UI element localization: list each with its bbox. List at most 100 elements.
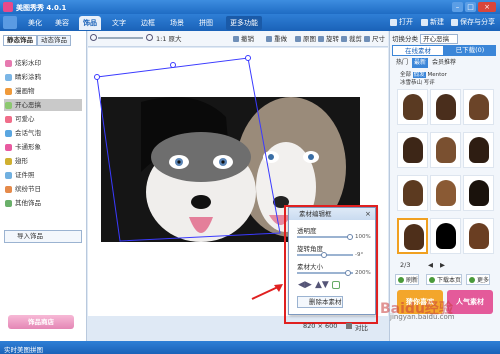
- wig-thumbnail[interactable]: [430, 89, 461, 125]
- wig-thumbnail[interactable]: [397, 132, 428, 168]
- tab-beautify[interactable]: 美化: [24, 16, 46, 30]
- zoom-in-icon[interactable]: [146, 34, 153, 41]
- new-icon: [421, 19, 428, 26]
- highlight-box: [284, 205, 378, 324]
- wig-thumbnail[interactable]: [463, 218, 494, 254]
- wig-image: [469, 180, 489, 206]
- import-accessory-button[interactable]: 导入饰品: [4, 230, 82, 243]
- original-button[interactable]: 原图: [295, 34, 316, 44]
- category-item[interactable]: 睛彩涂鸦: [4, 71, 82, 83]
- wig-thumbnail[interactable]: [430, 218, 461, 254]
- category-item[interactable]: 会话气泡: [4, 127, 82, 139]
- tab-border[interactable]: 边框: [137, 16, 159, 30]
- download-icon: [429, 277, 435, 283]
- wig-thumbnail[interactable]: [430, 132, 461, 168]
- maximize-button[interactable]: □: [465, 2, 476, 12]
- zoom-slider[interactable]: [98, 37, 143, 39]
- tab-online-material[interactable]: 在线素材: [392, 45, 444, 56]
- wig-thumbnail[interactable]: [397, 218, 428, 254]
- tab-hot[interactable]: 热门: [394, 58, 410, 68]
- crop-icon: [341, 36, 347, 42]
- annotation-arrow: [251, 284, 283, 300]
- tab-member-recommend[interactable]: 会员推荐: [430, 58, 458, 68]
- category-item[interactable]: 其他饰品: [4, 197, 82, 209]
- tab-newest[interactable]: 最新: [412, 58, 429, 68]
- tab-cosmetic[interactable]: 美容: [51, 16, 73, 30]
- category-item[interactable]: 卡通形象: [4, 141, 82, 153]
- minimize-button[interactable]: –: [452, 2, 463, 12]
- tag-ice-snow[interactable]: 冰雪恭山: [400, 80, 422, 86]
- tab-scene[interactable]: 场景: [166, 16, 188, 30]
- category-switch[interactable]: 切换分类 开心恶搞: [392, 33, 459, 44]
- tab-more-functions[interactable]: 更多功能: [226, 16, 262, 30]
- resize-handle[interactable]: [94, 74, 100, 80]
- wig-image: [403, 94, 423, 120]
- tab-text[interactable]: 文字: [108, 16, 130, 30]
- compare-icon: [346, 323, 352, 329]
- tag-review[interactable]: 写评: [424, 80, 435, 86]
- category-icon: [5, 158, 12, 165]
- more-button[interactable]: 更多: [466, 274, 491, 285]
- category-item[interactable]: 证件照: [4, 169, 82, 181]
- title-bar: 美图秀秀 4.0.1 – □ ×: [0, 0, 500, 14]
- rotate-icon: [318, 36, 324, 42]
- crop-button[interactable]: 裁剪: [341, 34, 362, 44]
- material-tags: 全部 假发 Mentor 冰雪恭山 写评: [400, 71, 492, 87]
- accessory-shop-button[interactable]: 饰品商店: [8, 315, 74, 329]
- home-icon[interactable]: [3, 16, 17, 29]
- page-indicator: 2/3: [400, 261, 411, 269]
- zoom-out-icon[interactable]: [90, 34, 97, 41]
- redo-button[interactable]: 重做: [266, 34, 287, 44]
- rotate-handle[interactable]: [170, 62, 176, 68]
- wig-thumbnail[interactable]: [463, 89, 494, 125]
- wig-thumbnail[interactable]: [397, 175, 428, 211]
- category-label: 翅形: [15, 157, 28, 165]
- resize-handle[interactable]: [245, 55, 251, 61]
- tag-all[interactable]: 全部: [400, 72, 411, 78]
- category-item[interactable]: 可爱心: [4, 113, 82, 125]
- wig-thumbnail[interactable]: [463, 175, 494, 211]
- original-icon: [295, 36, 301, 42]
- open-button[interactable]: 打开: [390, 16, 413, 29]
- promo-popular-material[interactable]: 人气素材: [447, 290, 493, 314]
- category-label: 睛彩涂鸦: [15, 73, 41, 81]
- category-item[interactable]: 漫画物: [4, 85, 82, 97]
- refresh-button[interactable]: 刷新: [395, 274, 420, 285]
- tab-static-accessories[interactable]: 静态饰品: [3, 35, 37, 46]
- tab-collage[interactable]: 拼图: [195, 16, 217, 30]
- wig-image: [403, 180, 423, 206]
- wig-image: [469, 137, 489, 163]
- undo-button[interactable]: 撤销: [233, 34, 254, 44]
- download-page-button[interactable]: 下载本页: [426, 274, 463, 285]
- tag-mentor[interactable]: Mentor: [428, 72, 447, 78]
- tag-wig[interactable]: 假发: [412, 72, 426, 78]
- category-item[interactable]: 翅形: [4, 155, 82, 167]
- image-dimensions: 820 × 600: [303, 322, 338, 330]
- close-button[interactable]: ×: [478, 2, 496, 12]
- category-item[interactable]: 缤纷节日: [4, 183, 82, 195]
- actual-size-button[interactable]: 1:1 原大: [156, 34, 182, 44]
- wig-thumbnail[interactable]: [463, 132, 494, 168]
- tab-downloaded[interactable]: 已下载(0): [444, 45, 496, 56]
- next-page-button[interactable]: ▶: [440, 261, 445, 269]
- tab-accessories[interactable]: 饰品: [79, 16, 101, 30]
- wig-thumbnail[interactable]: [397, 89, 428, 125]
- category-label: 缤纷节日: [15, 185, 41, 193]
- rotate-button[interactable]: 旋转: [318, 34, 339, 44]
- category-icon: [5, 186, 12, 193]
- selection-frame[interactable]: [90, 52, 290, 242]
- app-logo-icon: [3, 2, 13, 12]
- resize-button[interactable]: 尺寸: [364, 34, 385, 44]
- prev-page-button[interactable]: ◀: [428, 261, 433, 269]
- category-icon: [5, 102, 12, 109]
- category-item[interactable]: 炫彩水印: [4, 57, 82, 69]
- category-icon: [5, 172, 12, 179]
- new-button[interactable]: 新建: [421, 16, 444, 29]
- tab-animated-accessories[interactable]: 动态饰品: [37, 35, 71, 46]
- wig-thumbnail[interactable]: [430, 175, 461, 211]
- save-share-button[interactable]: 保存与分享: [451, 16, 495, 29]
- compare-button[interactable]: 对比: [346, 322, 368, 332]
- category-item[interactable]: 开心恶搞: [4, 99, 82, 111]
- wig-image: [469, 94, 489, 120]
- material-grid: [397, 89, 495, 259]
